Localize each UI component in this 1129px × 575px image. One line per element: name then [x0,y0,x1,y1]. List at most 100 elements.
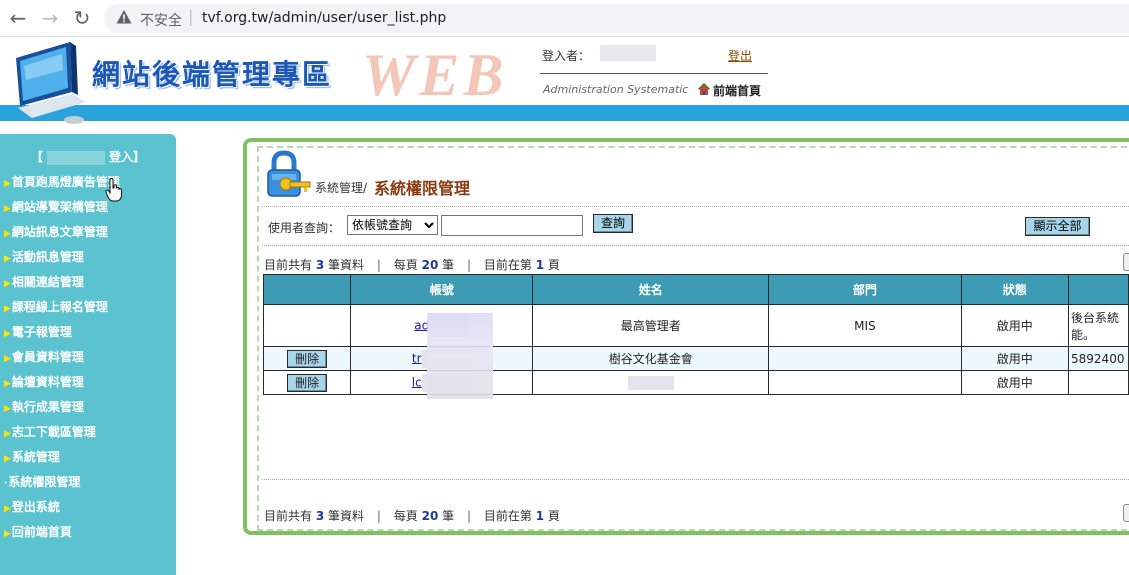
pager-top: 目前共有 3 筆資料 | 每頁 20 筆 | 目前在第 1 頁 [264,258,560,272]
row-action-cell [262,304,352,347]
column-header-dept[interactable]: 部門 [768,274,962,305]
bullet-icon: ▶ [4,279,11,289]
table-row: ad 最高管理者 MIS 啟用中 後台系統能。 [262,304,1129,347]
admin-systematic-text: Administration Systematic [543,83,689,96]
row-name-cell [532,370,770,395]
column-header-account[interactable]: 帳號 [350,274,534,305]
sidebar-item-results[interactable]: ▶執行成果管理 [4,399,120,424]
table-row: 刪除 lc 啟用中 [262,370,1129,395]
row-action-cell: 刪除 [262,346,352,371]
sidebar-item-newsletter[interactable]: ▶電子報管理 [4,324,120,349]
reload-icon[interactable]: ↻ [70,6,94,30]
column-header-name[interactable]: 姓名 [532,274,770,305]
row-status-cell: 啟用中 [960,346,1070,371]
divider [262,206,1129,207]
sidebar-item-marquee-ads[interactable]: ▶首頁跑馬燈廣告管理 [4,174,120,199]
warning-triangle-icon[interactable] [116,9,132,25]
sidebar-menu: ▶首頁跑馬燈廣告管理 ▶網站導覽架構管理 ▶網站訊息文章管理 ▶活動訊息管理 ▶… [4,174,120,549]
site-title: 網站後端管理專區 [92,58,333,91]
delete-button[interactable]: 刪除 [287,349,328,368]
sidebar-item-volunteer-downloads[interactable]: ▶志工下載區管理 [4,424,120,449]
account-link[interactable]: lc [412,375,422,389]
bullet-icon: ▶ [4,404,11,414]
row-note-cell: 5892400 [1068,346,1129,371]
row-action-cell: 刪除 [262,370,352,395]
login-name-redacted [47,150,105,165]
column-header-action [262,274,352,305]
logout-link[interactable]: 登出 [728,47,752,64]
monitor-logo-icon [16,42,86,124]
row-status-cell: 啟用中 [960,304,1070,347]
front-home-link[interactable]: 前端首頁 [713,82,761,99]
bullet-icon: ▶ [4,504,11,514]
header-divider [540,73,768,74]
sidebar-item-events[interactable]: ▶活動訊息管理 [4,249,120,274]
table-header-row: 帳號 姓名 部門 狀態 [262,274,1129,305]
row-note-cell [1068,370,1129,395]
divider [262,479,1129,480]
pager-nav-button[interactable] [1123,253,1129,271]
sidebar-item-front-home[interactable]: ▶回前端首頁 [4,524,120,549]
forward-arrow-icon[interactable]: → [38,6,62,30]
security-label[interactable]: 不安全 [140,10,182,30]
url-separator: | [188,7,194,26]
sidebar-item-system[interactable]: ▶系統管理 [4,449,120,474]
header-band [0,105,1129,121]
bullet-icon: ▶ [4,429,11,439]
bullet-icon: ▶ [4,329,11,339]
login-bracket-close: 登入】 [109,150,146,164]
home-icon[interactable] [697,82,711,96]
site-header: 網站後端管理專區 WEB 登入者： 登出 Administration Syst… [0,37,1129,124]
browser-toolbar: ← → ↻ 不安全 | tvf.org.tw/admin/user/user_l… [0,0,1129,37]
query-button[interactable]: 查詢 [593,214,633,233]
breadcrumb-parent: 系統管理/ [315,181,368,195]
search-field-select[interactable]: 依帳號查詢 [347,215,438,235]
sidebar-item-forum[interactable]: ▶論壇資料管理 [4,374,120,399]
back-arrow-icon[interactable]: ← [6,6,30,30]
bullet-icon: ▶ [4,204,11,214]
sidebar-item-logout[interactable]: ▶登出系統 [4,499,120,524]
account-link[interactable]: tr [412,351,422,365]
redaction-overlay [427,313,493,399]
sidebar-item-members[interactable]: ▶會員資料管理 [4,349,120,374]
sidebar-item-site-nav[interactable]: ▶網站導覽架構管理 [4,199,120,224]
row-dept-cell [768,370,962,395]
bullet-icon: ▶ [4,354,11,364]
sidebar-login-status: 【 登入】 [0,148,176,165]
page-title: 系統權限管理 [374,179,471,198]
login-label: 登入者： [542,49,591,63]
lock-key-icon [267,150,311,197]
divider [262,245,1129,246]
pager-nav-button[interactable] [1123,504,1129,522]
pager-bottom: 目前共有 3 筆資料 | 每頁 20 筆 | 目前在第 1 頁 [264,509,560,523]
delete-button[interactable]: 刪除 [287,373,328,392]
name-redacted [627,375,674,390]
search-input[interactable] [441,215,583,236]
column-header-note [1068,274,1129,305]
bullet-icon: ▶ [4,304,11,314]
column-header-status[interactable]: 狀態 [960,274,1070,305]
address-bar[interactable]: 不安全 | tvf.org.tw/admin/user/user_list.ph… [104,4,1129,33]
table-row: 刪除 tr 樹谷文化基金會 啟用中 5892400 [262,346,1129,371]
login-user-redacted [600,45,656,61]
url-text[interactable]: tvf.org.tw/admin/user/user_list.php [202,10,446,26]
row-note-cell: 後台系統能。 [1068,304,1129,347]
search-label: 使用者查詢： [268,221,341,235]
show-all-button[interactable]: 顯示全部 [1025,217,1090,236]
bullet-icon: ▶ [4,254,11,264]
bullet-icon: · [4,479,8,489]
sidebar-item-course-signup[interactable]: ▶課程線上報名管理 [4,299,120,324]
sidebar: 【 登入】 ▶首頁跑馬燈廣告管理 ▶網站導覽架構管理 ▶網站訊息文章管理 ▶活動訊… [0,134,176,575]
bullet-icon: ▶ [4,179,11,189]
bullet-icon: ▶ [4,229,11,239]
bullet-icon: ▶ [4,379,11,389]
sidebar-item-links[interactable]: ▶相關連結管理 [4,274,120,299]
row-name-cell: 樹谷文化基金會 [532,346,770,371]
login-bracket-open: 【 [30,150,43,164]
row-dept-cell [768,346,962,371]
sidebar-item-permissions[interactable]: ·系統權限管理 [4,474,120,499]
sidebar-item-site-articles[interactable]: ▶網站訊息文章管理 [4,224,120,249]
row-dept-cell: MIS [768,304,962,347]
bullet-icon: ▶ [4,454,11,464]
hand-cursor-icon [105,178,122,202]
